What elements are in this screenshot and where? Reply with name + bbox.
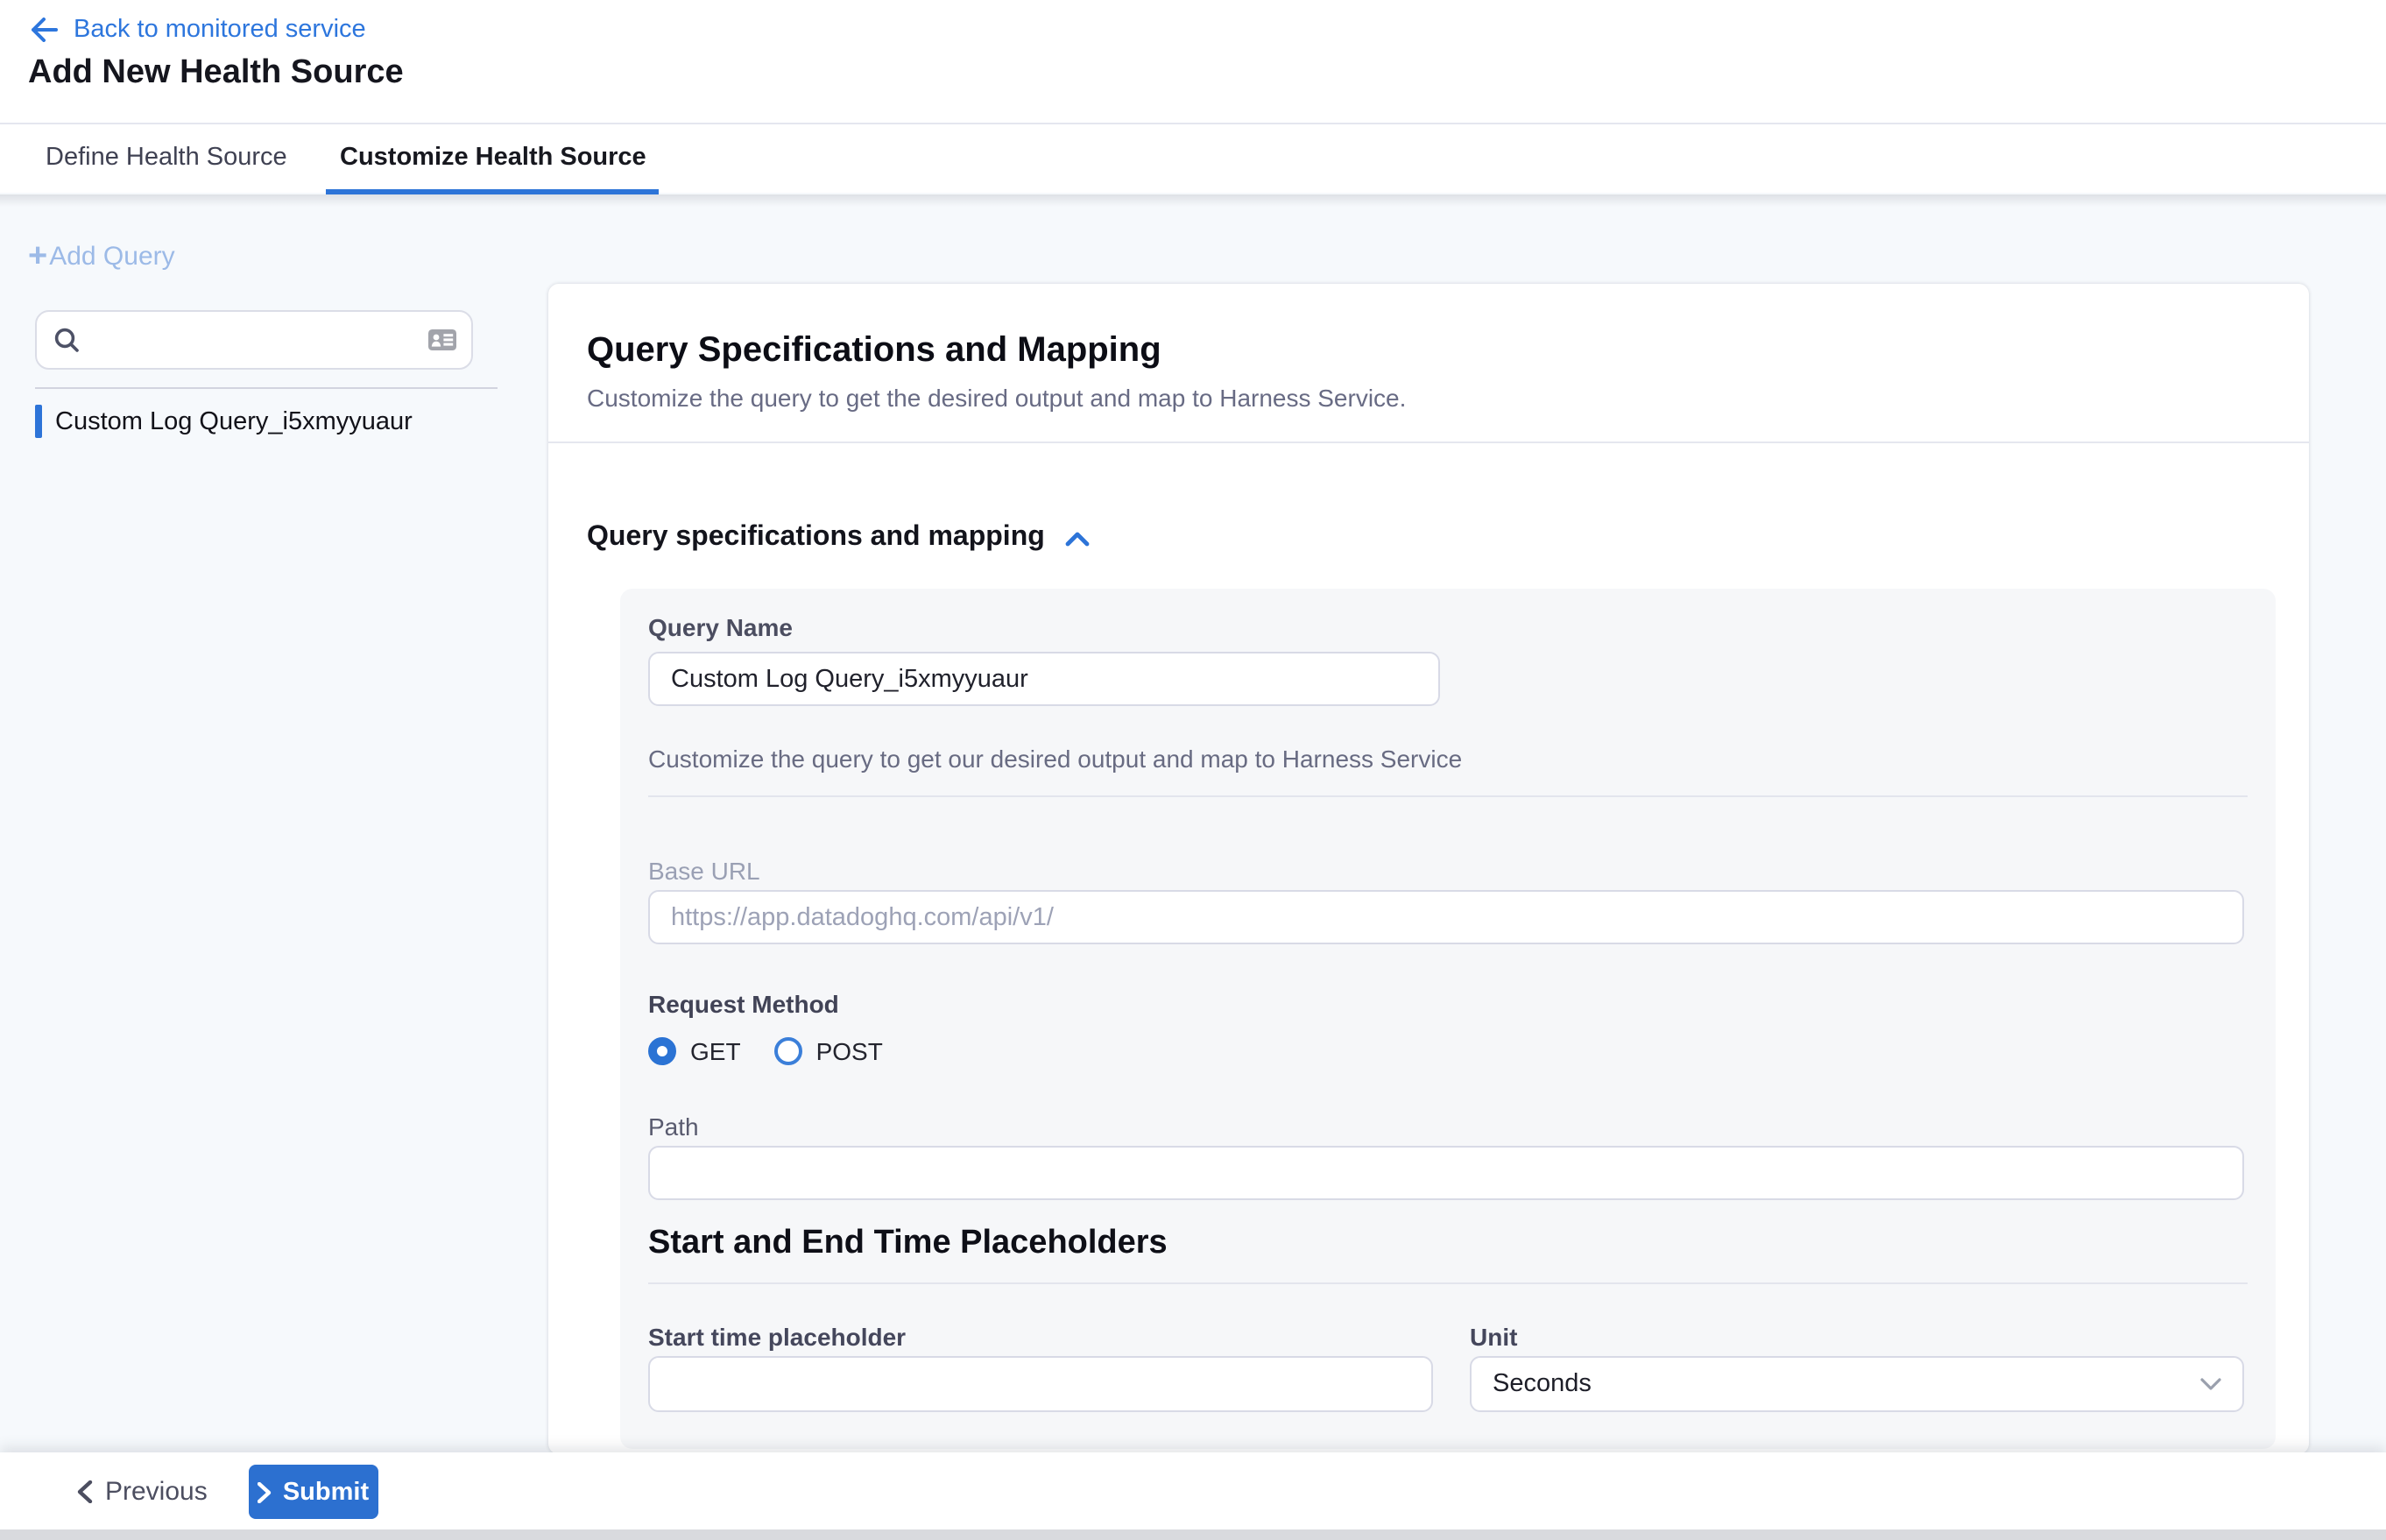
plus-icon: + [28,242,47,272]
radio-post[interactable] [774,1037,802,1065]
previous-button[interactable]: Previous [77,1465,208,1519]
request-method-label: Request Method [648,990,839,1018]
submit-button-label: Submit [283,1478,369,1506]
selected-indicator-bar [35,405,41,438]
query-name-input[interactable] [648,652,1440,706]
query-form-card: Query Name Customize the query to get ou… [620,589,2276,1449]
time-placeholders-heading: Start and End Time Placeholders [648,1225,1168,1263]
start-time-label: Start time placeholder [648,1323,906,1351]
chevron-right-icon [258,1481,272,1502]
app-window: Back to monitored service Add New Health… [0,0,2386,1540]
base-url-label: Base URL [648,857,760,885]
back-link-label: Back to monitored service [74,16,366,44]
radio-get[interactable] [648,1037,676,1065]
tab-define-health-source[interactable]: Define Health Source [46,124,287,193]
section-header: Query specifications and mapping [587,522,1091,554]
panel-title: Query Specifications and Mapping [587,331,1161,371]
search-input[interactable] [93,325,427,355]
query-search-box [35,310,473,370]
path-input[interactable] [648,1146,2244,1200]
previous-button-label: Previous [105,1477,208,1507]
form-divider-1 [648,795,2248,797]
start-time-input[interactable] [648,1356,1433,1412]
active-tab-underline [326,188,659,194]
unit-select[interactable]: Seconds [1470,1356,2244,1412]
chevron-left-icon [77,1480,93,1503]
page-header: Back to monitored service Add New Health… [0,0,2386,123]
submit-button[interactable]: Submit [249,1465,378,1519]
panel-subtitle: Customize the query to get the desired o… [587,384,1406,412]
panel-header-divider [548,442,2309,443]
request-method-radio-group: GET POST [648,1037,883,1065]
query-item-label: Custom Log Query_i5xmyyuaur [55,407,413,435]
sidebar-divider [35,387,498,389]
form-divider-2 [648,1282,2248,1284]
back-link[interactable]: Back to monitored service [30,16,366,44]
tab-customize-health-source[interactable]: Customize Health Source [340,124,646,193]
chevron-down-icon [2200,1377,2221,1391]
add-query-label: Add Query [49,242,174,272]
unit-label: Unit [1470,1323,1517,1351]
unit-select-value: Seconds [1493,1370,2200,1398]
query-name-label: Query Name [648,613,793,641]
query-list-item[interactable]: Custom Log Query_i5xmyyuaur [35,405,413,438]
footer-bar: Previous Submit [0,1452,2386,1540]
section-title: Query specifications and mapping [587,522,1045,554]
back-arrow-icon [30,18,58,42]
query-panel-card: Query Specifications and Mapping Customi… [548,284,2309,1454]
id-card-icon[interactable] [427,328,457,352]
add-query-button[interactable]: + Add Query [28,242,175,272]
path-label: Path [648,1113,699,1141]
base-url-input[interactable] [648,890,2244,944]
query-name-helper: Customize the query to get our desired o… [648,745,1462,773]
radio-get-label: GET [690,1037,741,1065]
page-title: Add New Health Source [28,54,404,93]
search-icon [53,326,81,354]
tab-bar: Define Health Source Customize Health So… [0,123,2386,193]
radio-post-label: POST [816,1037,883,1065]
chevron-up-icon[interactable] [1066,530,1091,546]
